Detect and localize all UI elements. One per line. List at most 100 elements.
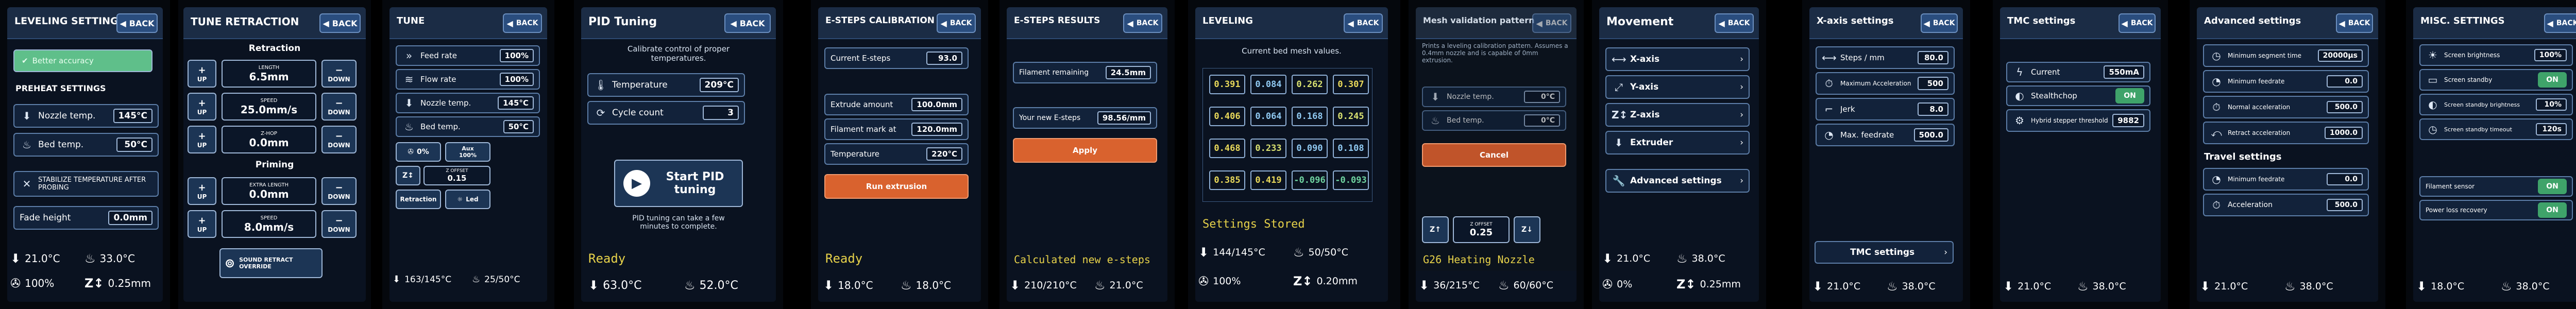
start-pid-tuning-button[interactable]: ▶ Start PID tuning — [614, 160, 743, 207]
max-acceleration-row[interactable]: ⏱ Maximum Acceleration 500 — [1816, 72, 1955, 95]
extrude-amount-row[interactable]: Extrude amount 100.0mm — [824, 94, 969, 115]
screen-standby-row[interactable]: ▭ Screen standby ON — [2419, 69, 2573, 91]
extruder-item[interactable]: ⬇ Extruder › — [1605, 131, 1750, 154]
z-up-button[interactable]: Z↑ — [1422, 216, 1449, 243]
prime-speed-field[interactable]: SPEED 8.0mm/s — [222, 210, 316, 238]
cycle-count-row[interactable]: ⟳ Cycle count 3 — [587, 101, 745, 125]
bed-accuracy-button[interactable]: ✔ Better accuracy — [13, 49, 152, 72]
z-offset-field[interactable]: Z OFFSET 0.25 — [1453, 216, 1510, 243]
travel-min-feedrate-row[interactable]: ◔ Minimum feedrate 0.0 — [2203, 168, 2369, 191]
z-offset-icon-button[interactable]: Z↕ — [396, 166, 420, 185]
zhop-up-button[interactable]: + UP — [188, 126, 216, 153]
header: TUNE RETRACTION ◀ BACK — [183, 7, 366, 39]
cancel-button[interactable]: Cancel — [1422, 143, 1566, 167]
stealthchop-toggle[interactable]: ON — [2115, 88, 2144, 104]
stabilize-row[interactable]: ✕ STABILIZE TEMPERATURE AFTER PROBING — [13, 171, 159, 197]
temperature-row[interactable]: Temperature 220°C — [824, 143, 969, 165]
screen-brightness-row[interactable]: ☀ Screen brightness 100% — [2419, 44, 2573, 66]
standby-timeout-row[interactable]: ◷ Screen standby timeout 120s — [2419, 118, 2573, 140]
power-loss-recovery-toggle[interactable]: ON — [2538, 202, 2567, 218]
filament-sensor-toggle[interactable]: ON — [2538, 179, 2567, 194]
fade-value[interactable]: 0.0mm — [108, 211, 152, 225]
advanced-settings-item[interactable]: 🔧 Advanced settings › — [1605, 169, 1750, 193]
retraction-button[interactable]: Retraction — [396, 190, 441, 209]
power-loss-recovery-row[interactable]: Power loss recovery ON — [2419, 200, 2573, 220]
back-button[interactable]: ◀ BACK — [937, 13, 976, 33]
prime-speed-down-button[interactable]: − DOWN — [321, 210, 357, 238]
filament-sensor-row[interactable]: Filament sensor ON — [2419, 176, 2573, 197]
hybrid-threshold-row[interactable]: ⚙ Hybrid stepper threshold 9882 — [2006, 109, 2150, 132]
jerk-row[interactable]: ⌐ Jerk 8.0 — [1816, 98, 1955, 121]
subtitle: Current bed mesh values. — [1242, 46, 1342, 56]
sound-retract-override-button[interactable]: ⊚ SOUND RETRACT OVERRIDE — [219, 248, 323, 278]
x-axis-item[interactable]: ⟷ X-axis › — [1605, 47, 1750, 71]
filament-remaining-row[interactable]: Filament remaining 24.5mm — [1013, 62, 1157, 83]
back-button[interactable]: ◀ BACK — [1532, 13, 1571, 33]
zhop-field[interactable]: Z-HOP 0.0mm — [222, 126, 316, 153]
speed-down-button[interactable]: − DOWN — [321, 93, 357, 121]
aux-fan-button[interactable]: Aux 100% — [445, 142, 490, 162]
screen-standby-toggle[interactable]: ON — [2538, 72, 2567, 88]
min-segment-time-row[interactable]: ◷ Minimum segment time 20000µs — [2203, 44, 2369, 67]
speed-field[interactable]: SPEED 25.0mm/s — [222, 93, 316, 121]
nozzle-temp-row[interactable]: ⬇ Nozzle temp. 145°C — [13, 104, 159, 128]
fan-button[interactable]: ✇ 0% — [396, 142, 441, 162]
diagonal-arrows-icon: ⤢ — [1615, 81, 1623, 93]
back-button[interactable]: ◀ BACK — [1123, 13, 1162, 33]
footer-bed: ♨ 18.0°C — [901, 278, 952, 293]
nozzle-value[interactable]: 145°C — [113, 109, 152, 123]
temperature-row[interactable]: 🌡 Temperature 209°C — [587, 73, 745, 97]
bed-value[interactable]: 50°C — [116, 138, 152, 152]
back-button[interactable]: ◀ BACK — [2544, 13, 2576, 33]
travel-acceleration-row[interactable]: ⏱ Acceleration 500.0 — [2203, 194, 2369, 216]
bed-temp-row[interactable]: ♨ Bed temp. 50°C — [396, 116, 540, 137]
z-axis-icon: Z↕ — [1612, 109, 1628, 121]
nozzle-temp-row[interactable]: ⬇ Nozzle temp. 145°C — [396, 93, 540, 113]
z-axis-item[interactable]: Z↕ Z-axis › — [1605, 103, 1750, 127]
standby-brightness-row[interactable]: ◐ Screen standby brightness 10% — [2419, 94, 2573, 115]
retract-acceleration-row[interactable]: ⤺ Retract acceleration 1000.0 — [2203, 122, 2369, 144]
zhop-down-button[interactable]: − DOWN — [321, 126, 357, 153]
filament-mark-row[interactable]: Filament mark at 120.0mm — [824, 118, 969, 140]
z-down-button[interactable]: Z↓ — [1514, 216, 1540, 243]
apply-button[interactable]: Apply — [1013, 138, 1157, 163]
extra-up-button[interactable]: + UP — [188, 177, 216, 205]
back-button[interactable]: ◀ BACK — [1344, 13, 1383, 33]
speed-up-button[interactable]: + UP — [188, 93, 216, 121]
stealthchop-row[interactable]: ◐ Stealthchop ON — [2006, 85, 2150, 106]
tmc-settings-item[interactable]: TMC settings › — [1815, 241, 1954, 264]
chevron-right-icon: › — [1740, 176, 1743, 186]
bed-temp-row[interactable]: ♨ Bed temp. 50°C — [13, 133, 159, 157]
current-row[interactable]: ϟ Current 550mA — [2006, 62, 2150, 82]
mesh-cell: 0.391 — [1209, 75, 1245, 94]
feed-rate-row[interactable]: » Feed rate 100% — [396, 45, 540, 66]
back-button[interactable]: ◀ BACK — [319, 13, 361, 33]
back-button[interactable]: ◀ BACK — [2119, 13, 2156, 33]
back-button[interactable]: ◀ BACK — [1921, 13, 1958, 33]
length-field[interactable]: LENGTH 6.5mm — [222, 60, 316, 88]
run-extrusion-button[interactable]: Run extrusion — [824, 174, 969, 199]
prime-speed-up-button[interactable]: + UP — [188, 210, 216, 238]
extra-length-field[interactable]: EXTRA LENGTH 0.0mm — [222, 177, 316, 205]
back-button[interactable]: ◀ BACK — [724, 13, 771, 33]
z-offset-field[interactable]: Z OFFSET 0.15 — [423, 166, 490, 185]
bed-temp-row[interactable]: ♨ Bed temp. 0°C — [1422, 110, 1566, 131]
led-button[interactable]: ☼ Led — [445, 190, 490, 209]
back-button[interactable]: ◀ BACK — [1715, 13, 1754, 33]
length-down-button[interactable]: − DOWN — [321, 60, 357, 88]
length-up-button[interactable]: + UP — [188, 60, 216, 88]
back-button[interactable]: ◀ BACK — [503, 13, 542, 33]
flow-rate-row[interactable]: ≋ Flow rate 100% — [396, 69, 540, 90]
nozzle-temp-row[interactable]: ⬇ Nozzle temp. 0°C — [1422, 87, 1566, 107]
fade-height-row[interactable]: Fade height 0.0mm — [13, 206, 159, 230]
extra-down-button[interactable]: − DOWN — [321, 177, 357, 205]
min-feedrate-row[interactable]: ◔ Minimum feedrate 0.0 — [2203, 70, 2369, 93]
back-button[interactable]: ◀ BACK — [2336, 13, 2373, 33]
y-axis-item[interactable]: ⤢ Y-axis › — [1605, 75, 1750, 99]
normal-acceleration-row[interactable]: ⏱ Normal acceleration 500.0 — [2203, 96, 2369, 118]
current-esteps-row[interactable]: Current E-steps 93.0 — [824, 47, 969, 69]
back-button[interactable]: ◀ BACK — [116, 13, 158, 33]
steps-per-mm-row[interactable]: ⟷ Steps / mm 80.0 — [1816, 46, 1955, 69]
max-feedrate-row[interactable]: ◔ Max. feedrate 500.0 — [1816, 124, 1955, 146]
minus-icon: − — [335, 130, 343, 142]
